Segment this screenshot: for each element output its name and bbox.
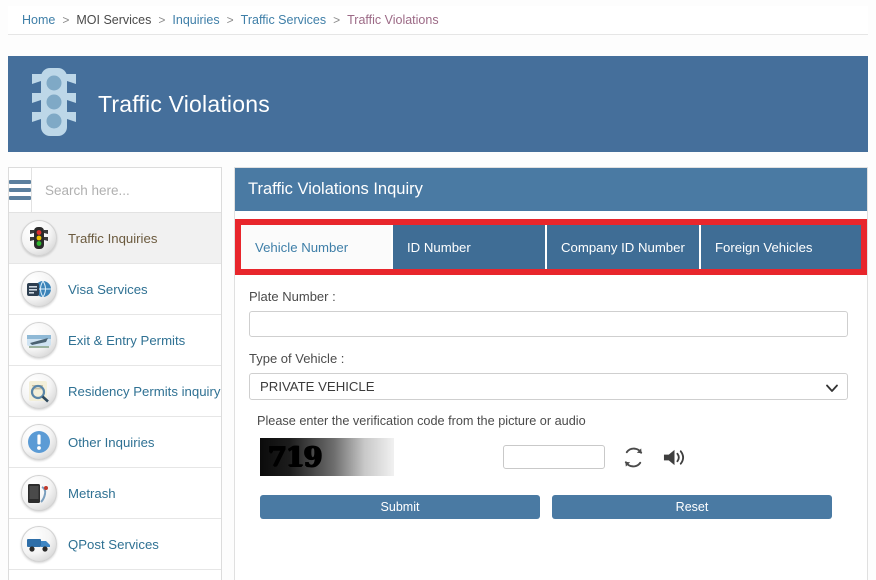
sidebar: Traffic Inquiries Visa Services xyxy=(8,167,222,580)
sidebar-item-label: QPost Services xyxy=(68,536,159,552)
mobile-device-icon xyxy=(21,475,57,511)
page-banner: Traffic Violations xyxy=(8,56,868,152)
tab-label: Vehicle Number xyxy=(255,239,349,255)
captcha-input[interactable] xyxy=(503,445,605,469)
tab-label: Foreign Vehicles xyxy=(715,239,813,255)
tab-id-number[interactable]: ID Number xyxy=(393,225,547,269)
sidebar-item-exit-entry-permits[interactable]: Exit & Entry Permits xyxy=(9,315,221,366)
sidebar-item-label: Visa Services xyxy=(68,281,148,297)
vehicle-type-selected-value: PRIVATE VEHICLE xyxy=(260,379,375,394)
traffic-light-icon xyxy=(21,220,57,256)
sidebar-item-label: Metrash xyxy=(68,485,116,501)
tab-label: Company ID Number xyxy=(561,239,685,255)
search-input[interactable] xyxy=(32,168,221,212)
tab-company-id-number[interactable]: Company ID Number xyxy=(547,225,701,269)
vehicle-type-select[interactable]: PRIVATE VEHICLE xyxy=(249,373,848,400)
breadcrumb-item-traffic-violations: Traffic Violations xyxy=(347,13,439,27)
tab-bar: Vehicle Number ID Number Company ID Numb… xyxy=(241,225,861,269)
globe-passport-icon xyxy=(21,271,57,307)
sidebar-item-label: Traffic Inquiries xyxy=(68,230,158,246)
breadcrumb-separator: > xyxy=(62,13,70,27)
captcha-image: 719 xyxy=(260,438,394,476)
vehicle-type-label: Type of Vehicle : xyxy=(249,351,345,366)
page-root: Home > MOI Services > Inquiries > Traffi… xyxy=(0,0,876,580)
tab-label: ID Number xyxy=(407,239,471,255)
plate-number-input[interactable] xyxy=(249,311,848,337)
tab-vehicle-number[interactable]: Vehicle Number xyxy=(241,225,393,269)
form-buttons: Submit Reset xyxy=(260,495,853,519)
breadcrumb-item-moi-services: MOI Services xyxy=(76,13,152,27)
breadcrumb-item-inquiries[interactable]: Inquiries xyxy=(172,13,219,27)
sidebar-item-qpost-services[interactable]: QPost Services xyxy=(9,519,221,570)
sidebar-item-residency-permits-inquiry[interactable]: Residency Permits inquiry xyxy=(9,366,221,417)
breadcrumb-item-traffic-services[interactable]: Traffic Services xyxy=(241,13,326,27)
traffic-light-icon xyxy=(28,66,80,142)
breadcrumb-separator: > xyxy=(333,13,341,27)
sidebar-search-row xyxy=(9,168,221,213)
captcha-hint: Please enter the verification code from … xyxy=(257,414,586,428)
breadcrumb-separator: > xyxy=(226,13,234,27)
captcha-row: 719 xyxy=(260,438,853,476)
speaker-icon[interactable] xyxy=(662,446,687,469)
breadcrumb: Home > MOI Services > Inquiries > Traffi… xyxy=(8,6,868,35)
sidebar-item-label: Residency Permits inquiry xyxy=(68,383,221,399)
reset-button[interactable]: Reset xyxy=(552,495,832,519)
exclamation-circle-icon xyxy=(21,424,57,460)
captcha-code-text: 719 xyxy=(268,441,322,473)
inquiry-form: Plate Number : Type of Vehicle : PRIVATE… xyxy=(235,275,867,519)
content-area: Traffic Inquiries Visa Services xyxy=(8,167,868,580)
vehicle-type-select-wrapper: PRIVATE VEHICLE xyxy=(249,373,848,400)
magnifier-document-icon xyxy=(21,373,57,409)
banner-title: Traffic Violations xyxy=(98,90,270,117)
main-panel: Traffic Violations Inquiry Vehicle Numbe… xyxy=(234,167,868,580)
hamburger-icon[interactable] xyxy=(9,168,32,212)
delivery-truck-icon xyxy=(21,526,57,562)
tabs-highlight-region: Vehicle Number ID Number Company ID Numb… xyxy=(235,219,867,275)
sidebar-item-metrash[interactable]: Metrash xyxy=(9,468,221,519)
sidebar-item-label: Exit & Entry Permits xyxy=(68,332,186,348)
submit-button[interactable]: Submit xyxy=(260,495,540,519)
tab-foreign-vehicles[interactable]: Foreign Vehicles xyxy=(701,225,861,269)
sidebar-item-visa-services[interactable]: Visa Services xyxy=(9,264,221,315)
panel-header: Traffic Violations Inquiry xyxy=(235,168,867,211)
breadcrumb-separator: > xyxy=(158,13,166,27)
breadcrumb-item-home[interactable]: Home xyxy=(22,13,55,27)
sidebar-item-traffic-inquiries[interactable]: Traffic Inquiries xyxy=(9,213,221,264)
plate-number-label: Plate Number : xyxy=(249,289,336,304)
sidebar-item-other-inquiries[interactable]: Other Inquiries xyxy=(9,417,221,468)
refresh-icon[interactable] xyxy=(622,446,645,469)
panel-title: Traffic Violations Inquiry xyxy=(248,180,423,198)
sidebar-item-label: Other Inquiries xyxy=(68,434,155,450)
airplane-ticket-icon xyxy=(21,322,57,358)
